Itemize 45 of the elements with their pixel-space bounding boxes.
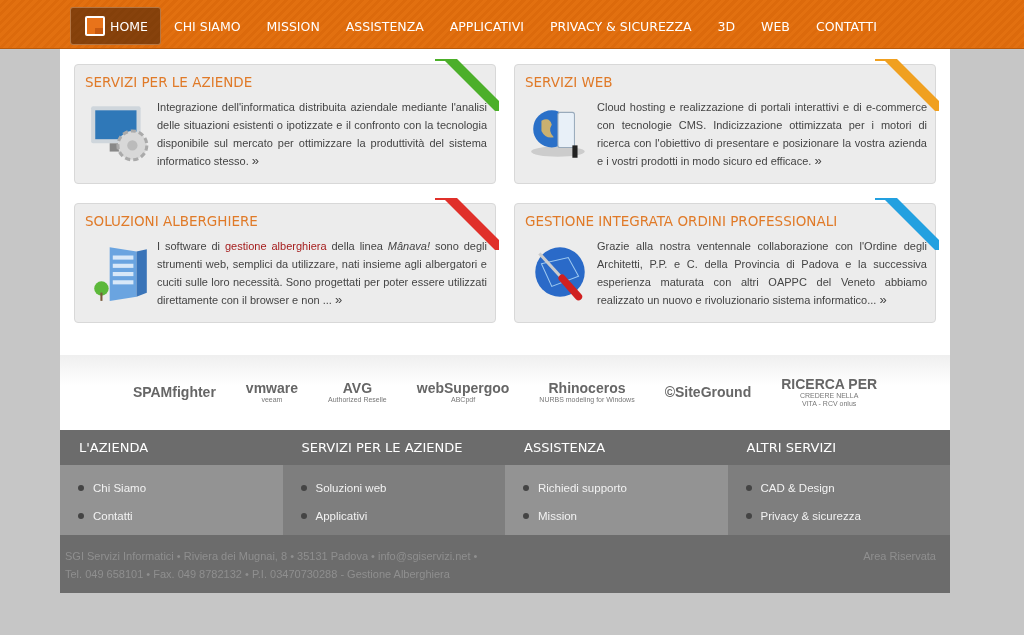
- footer-link[interactable]: CAD & Design: [760, 482, 835, 494]
- logo-icon: [84, 15, 106, 37]
- partner-logo[interactable]: ©SiteGround: [664, 385, 752, 400]
- card-title: SERVIZI WEB: [524, 73, 614, 90]
- read-more-link[interactable]: »: [814, 153, 822, 168]
- footer-link[interactable]: Soluzioni web: [315, 482, 387, 494]
- read-more-link[interactable]: »: [334, 292, 343, 307]
- footer-link[interactable]: Chi Siamo: [93, 482, 147, 494]
- nav-link[interactable]: WEB: [748, 8, 803, 44]
- nav-link[interactable]: ASSISTENZA: [332, 8, 437, 44]
- card-text: Integrazione dell'informatica distribuita aziendale mediante l'analisi delle situazioni esistenti o ipotizzate e il confronto con la tecnologia disponibile sul mercato per ottimizzare la produttività del sistema informatico stesso. »: [157, 100, 487, 170]
- card-title: SOLUZIONI ALBERGHIERE: [84, 212, 259, 229]
- footer-heading: ASSISTENZA: [523, 439, 607, 457]
- nav-link[interactable]: APPLICATIVI: [436, 8, 537, 44]
- footer-link[interactable]: Mission: [538, 510, 577, 522]
- nav-link[interactable]: HOME: [70, 7, 161, 45]
- nav-link[interactable]: MISSION: [253, 8, 333, 44]
- nav-link[interactable]: CONTATTI: [802, 8, 890, 44]
- footer-link[interactable]: Privacy & sicurezza: [760, 510, 861, 522]
- nav-link[interactable]: CHI SIAMO: [160, 8, 254, 44]
- read-more-link[interactable]: »: [251, 153, 259, 168]
- bullet-icon: [78, 513, 84, 519]
- footer-heading: SERVIZI PER LE AZIENDE: [300, 439, 464, 457]
- bullet-icon: [745, 513, 752, 519]
- footer-link[interactable]: Contatti: [93, 510, 133, 522]
- partner-logo[interactable]: SPAMfighter: [132, 385, 216, 400]
- nav-link[interactable]: PRIVACY & SICUREZZA: [536, 8, 705, 44]
- bullet-icon: [78, 485, 84, 491]
- footer-heading: ALTRI SERVIZI: [745, 439, 838, 457]
- bullet-icon: [523, 513, 529, 519]
- card-title: SERVIZI PER LE AZIENDE: [84, 73, 254, 90]
- bullet-icon: [300, 485, 307, 491]
- footer-heading: L'AZIENDA: [78, 439, 150, 457]
- nav-link[interactable]: 3D: [704, 8, 749, 44]
- footer-link[interactable]: Applicativi: [315, 510, 368, 522]
- read-more-link[interactable]: »: [879, 292, 887, 307]
- card-text: I software di gestione alberghiera della linea Mânava! sono degli strumenti web, semplici da utilizzare, nati insieme agli albergatori e cuciti sulle loro necessità. Sono progettati per poter essere utilizzati direttamente con il browser e non ... »: [157, 239, 487, 309]
- footer-link[interactable]: Richiedi supporto: [538, 482, 627, 494]
- bullet-icon: [300, 513, 307, 519]
- card-text: Grazie alla nostra ventennale collaborazione con l'Ordine degli Architetti, P.P. e C. della Provincia di Padova e la successiva esperienza maturata con altri OAPPC del Veneto abbiamo realizzato un nuovo e rivoluzionario sistema informatico... »: [597, 239, 927, 309]
- bullet-icon: [745, 485, 752, 491]
- card-title: GESTIONE INTEGRATA ORDINI PROFESSIONALI: [524, 212, 839, 229]
- text-link[interactable]: gestione alberghiera: [225, 240, 327, 252]
- card-text: Cloud hosting e realizzazione di portali interattivi e di e-commerce con tecnologie CMS. Indicizzazione ottimizzata per i motori di ricerca con l'obiettivo di presentare e posizionare la vostra azienda e i vostri prodotti in modo sicuro ed efficace. »: [597, 100, 927, 170]
- bullet-icon: [523, 485, 529, 491]
